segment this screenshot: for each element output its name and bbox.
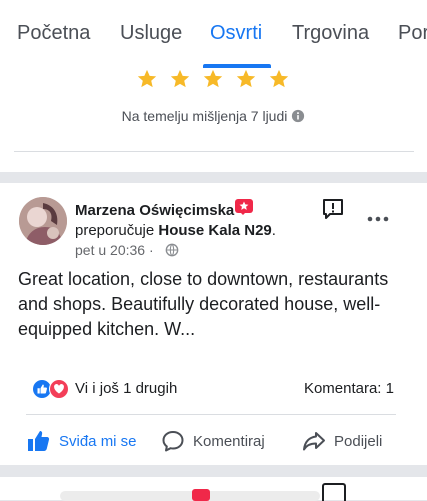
avatar[interactable] — [19, 197, 67, 245]
comment-button-label: Komentiraj — [193, 433, 265, 450]
post-text[interactable]: Great location, close to downtown, resta… — [18, 267, 408, 342]
share-button-label: Podijeli — [334, 433, 383, 450]
star-icon — [137, 69, 157, 88]
star-icon — [203, 69, 223, 88]
divider — [14, 151, 414, 152]
rating-caption-text: Na temelju mišljenja 7 ljudi — [121, 108, 288, 124]
post-timestamp[interactable]: pet u 20:36 · — [75, 242, 154, 258]
recommend-star-icon — [239, 201, 249, 210]
thumbs-up-icon — [28, 431, 50, 451]
report-icon[interactable] — [321, 197, 345, 221]
more-options-icon[interactable] — [366, 215, 390, 223]
star-icon — [236, 69, 256, 88]
share-icon — [303, 432, 325, 451]
tab-shop[interactable]: Trgovina — [292, 22, 369, 45]
info-icon[interactable] — [291, 109, 305, 123]
tab-reviews[interactable]: Osvrti — [210, 22, 262, 45]
recommends-badge — [235, 199, 253, 215]
recommends-line: preporučuje House Kala N29. — [75, 222, 276, 239]
reactions-row[interactable]: Vi i još 1 drugih Komentara: 1 — [32, 379, 402, 399]
tab-services[interactable]: Usluge — [120, 22, 182, 45]
globe-icon — [165, 243, 179, 257]
next-review-post[interactable] — [0, 477, 427, 501]
tab-home[interactable]: Početna — [17, 22, 90, 45]
report-icon[interactable] — [322, 483, 346, 501]
star-icon — [269, 69, 289, 88]
like-button-label: Sviđa mi se — [59, 433, 137, 450]
divider — [26, 414, 396, 415]
comment-icon — [162, 431, 184, 452]
page-tab-bar: Početna Usluge Osvrti Trgovina Por — [0, 0, 427, 69]
author-name[interactable]: Marzena Oświęcimska — [75, 202, 234, 219]
rating-summary: Na temelju mišljenja 7 ljudi — [0, 68, 427, 172]
recommends-suffix: . — [271, 222, 276, 239]
star-icon — [170, 69, 190, 88]
rating-caption: Na temelju mišljenja 7 ljudi — [0, 108, 427, 124]
recommends-badge — [192, 489, 210, 501]
love-reaction-icon — [49, 379, 69, 399]
recommends-prefix: preporučuje — [75, 222, 155, 239]
avatar-photo — [19, 197, 67, 245]
page-name-link[interactable]: House Kala N29 — [158, 222, 271, 239]
tab-more[interactable]: Por — [398, 22, 427, 45]
review-post: Marzena Oświęcimska preporučuje House Ka… — [0, 183, 427, 465]
comments-count[interactable]: Komentara: 1 — [304, 380, 394, 397]
reactions-summary[interactable]: Vi i još 1 drugih — [75, 380, 177, 397]
